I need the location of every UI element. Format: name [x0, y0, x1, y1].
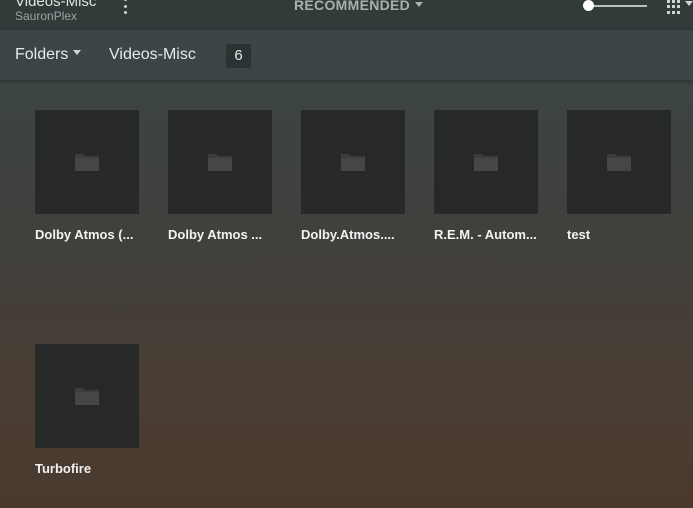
view-mode-label: RECOMMENDED — [294, 0, 411, 13]
folder-thumbnail[interactable] — [168, 110, 272, 214]
folder-icon — [207, 154, 232, 171]
folder-title[interactable]: Turbofire — [35, 461, 139, 476]
folder-thumbnail[interactable] — [301, 110, 405, 214]
item-count-badge: 6 — [226, 44, 251, 68]
folder-title[interactable]: Dolby.Atmos.... — [301, 227, 405, 242]
folder-title[interactable]: Dolby Atmos ... — [168, 227, 272, 242]
more-vertical-icon[interactable] — [121, 0, 129, 14]
folder-icon — [340, 154, 365, 171]
view-mode-dropdown[interactable]: RECOMMENDED — [294, 0, 424, 13]
zoom-slider[interactable] — [583, 0, 647, 12]
grid-view-icon[interactable] — [667, 0, 681, 14]
folder-tile[interactable]: Dolby Atmos ... — [168, 110, 272, 242]
server-name: SauronPlex — [15, 9, 78, 23]
folder-tile[interactable]: Turbofire — [35, 344, 139, 476]
top-bar: Videos-Misc SauronPlex RECOMMENDED — [0, 0, 693, 30]
folder-tile[interactable]: R.E.M. - Autom... — [434, 110, 538, 242]
folder-thumbnail[interactable] — [35, 110, 139, 214]
folder-title[interactable]: test — [567, 227, 671, 242]
folder-title[interactable]: Dolby Atmos (... — [35, 227, 139, 242]
slider-track — [587, 5, 647, 7]
folder-icon — [606, 154, 631, 171]
folder-tile[interactable]: Dolby.Atmos.... — [301, 110, 405, 242]
caret-down-icon — [415, 1, 424, 7]
folder-thumbnail[interactable] — [434, 110, 538, 214]
folder-title[interactable]: R.E.M. - Autom... — [434, 227, 538, 242]
folder-tile[interactable]: Dolby Atmos (... — [35, 110, 139, 242]
caret-down-icon — [73, 50, 82, 56]
folder-icon — [74, 154, 99, 171]
breadcrumb: Videos-Misc — [109, 46, 196, 63]
grid-caret-down-icon[interactable] — [685, 1, 693, 6]
slider-thumb[interactable] — [583, 0, 594, 11]
folder-tile[interactable]: test — [567, 110, 671, 242]
folder-icon — [473, 154, 498, 171]
folders-dropdown[interactable]: Folders — [15, 46, 82, 64]
folder-thumbnail[interactable] — [35, 344, 139, 448]
library-subheader: Folders Videos-Misc 6 — [0, 30, 693, 80]
folder-icon — [74, 388, 99, 405]
folder-thumbnail[interactable] — [567, 110, 671, 214]
folders-dropdown-label: Folders — [15, 46, 69, 63]
